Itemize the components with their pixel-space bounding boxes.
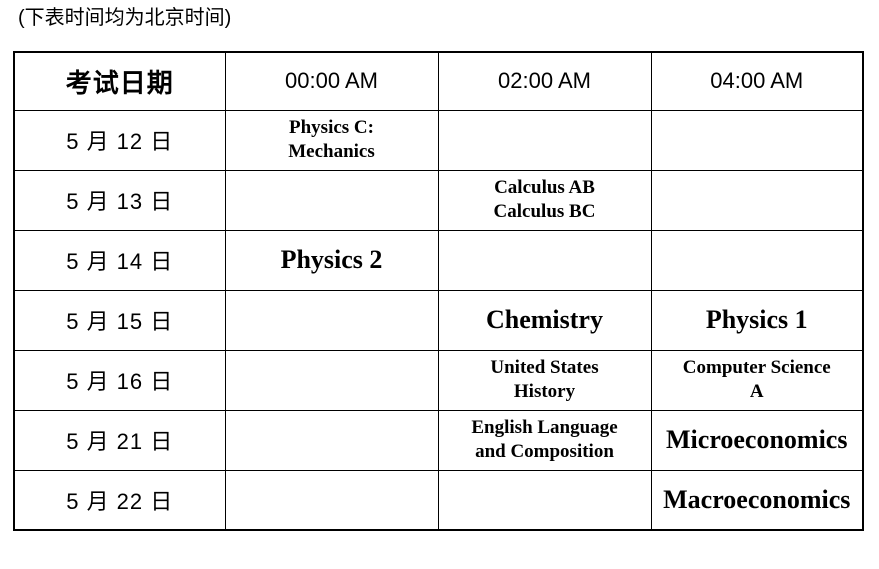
table-row: 5 月 15 日 Chemistry Physics 1 [13, 289, 864, 351]
exam-date-cell: 5 月 12 日 [13, 109, 226, 171]
exam-slot-cell: English Language and Composition [437, 409, 652, 471]
exam-name-line: History [513, 381, 576, 402]
timezone-note: (下表时间均为北京时间) [18, 7, 232, 29]
column-header-date: 考试日期 [13, 51, 226, 111]
exam-name-line: Physics 2 [280, 244, 383, 274]
table-row: 5 月 14 日 Physics 2 [13, 229, 864, 291]
table-row: 5 月 22 日 Macroeconomics [13, 469, 864, 531]
exam-date-cell: 5 月 16 日 [13, 349, 226, 411]
exam-name-line: United States [490, 357, 599, 379]
exam-name-line: Mechanics [288, 141, 375, 162]
exam-name: Physics C: Mechanics [230, 116, 434, 164]
exam-slot-empty [224, 349, 439, 411]
exam-slot-empty [437, 109, 652, 171]
exam-name-line: A [749, 381, 764, 402]
exam-slot-cell: Computer Science A [650, 349, 864, 411]
exam-slot-empty [224, 469, 439, 531]
exam-schedule-table-container: 考试日期 00:00 AM 02:00 AM 04:00 AM 5 月 12 日… [13, 51, 864, 531]
exam-slot-cell: Physics 2 [224, 229, 439, 291]
exam-slot-empty [224, 409, 439, 471]
exam-date-cell: 5 月 14 日 [13, 229, 226, 291]
exam-name-line: Calculus AB [494, 177, 595, 199]
exam-name-line: and Composition [475, 441, 614, 462]
table-header-row: 考试日期 00:00 AM 02:00 AM 04:00 AM [13, 51, 864, 111]
exam-name: Calculus AB Calculus BC [443, 176, 647, 224]
exam-slot-empty [650, 169, 864, 231]
exam-name-line: Macroeconomics [663, 484, 851, 514]
exam-slot-cell: Calculus AB Calculus BC [437, 169, 652, 231]
exam-name: Macroeconomics [656, 484, 859, 517]
exam-slot-empty [224, 169, 439, 231]
exam-slot-empty [437, 229, 652, 291]
exam-slot-empty [650, 109, 864, 171]
exam-slot-cell: Microeconomics [650, 409, 864, 471]
exam-name: Microeconomics [656, 424, 859, 457]
exam-name: Chemistry [443, 304, 647, 337]
exam-date-cell: 5 月 13 日 [13, 169, 226, 231]
column-header-time-0000: 00:00 AM [224, 51, 439, 111]
exam-slot-cell: Physics 1 [650, 289, 864, 351]
exam-name-line: Chemistry [486, 304, 603, 334]
exam-name-line: Physics 1 [705, 304, 808, 334]
exam-slot-cell: Chemistry [437, 289, 652, 351]
exam-name: Computer Science A [656, 356, 859, 404]
exam-name: Physics 2 [230, 244, 434, 277]
exam-slot-cell: United States History [437, 349, 652, 411]
exam-slot-cell: Macroeconomics [650, 469, 864, 531]
table-header: 考试日期 00:00 AM 02:00 AM 04:00 AM [13, 51, 864, 111]
table-body: 5 月 12 日 Physics C: Mechanics 5 月 13 日 Cal… [13, 109, 864, 531]
table-row: 5 月 13 日 Calculus AB Calculus BC [13, 169, 864, 231]
table-row: 5 月 12 日 Physics C: Mechanics [13, 109, 864, 171]
exam-slot-cell: Physics C: Mechanics [224, 109, 439, 171]
exam-date-cell: 5 月 22 日 [13, 469, 226, 531]
exam-schedule-table: 考试日期 00:00 AM 02:00 AM 04:00 AM 5 月 12 日… [13, 51, 864, 531]
table-row: 5 月 21 日 English Language and Composition… [13, 409, 864, 471]
exam-name-line: Microeconomics [666, 424, 848, 454]
exam-name-line: English Language [471, 417, 618, 439]
exam-name-line: Computer Science [682, 357, 831, 379]
document-page: (下表时间均为北京时间) 考试日期 00:00 AM 02:00 AM 04:0… [0, 0, 879, 569]
exam-slot-empty [224, 289, 439, 351]
exam-date-cell: 5 月 15 日 [13, 289, 226, 351]
column-header-time-0400: 04:00 AM [650, 51, 864, 111]
exam-date-cell: 5 月 21 日 [13, 409, 226, 471]
exam-name: Physics 1 [656, 304, 859, 337]
exam-slot-empty [650, 229, 864, 291]
exam-name-line: Calculus BC [493, 201, 596, 222]
table-row: 5 月 16 日 United States History Computer Sc… [13, 349, 864, 411]
exam-slot-empty [437, 469, 652, 531]
exam-name: English Language and Composition [443, 416, 647, 464]
column-header-time-0200: 02:00 AM [437, 51, 652, 111]
exam-name: United States History [443, 356, 647, 404]
exam-name-line: Physics C: [289, 117, 374, 139]
